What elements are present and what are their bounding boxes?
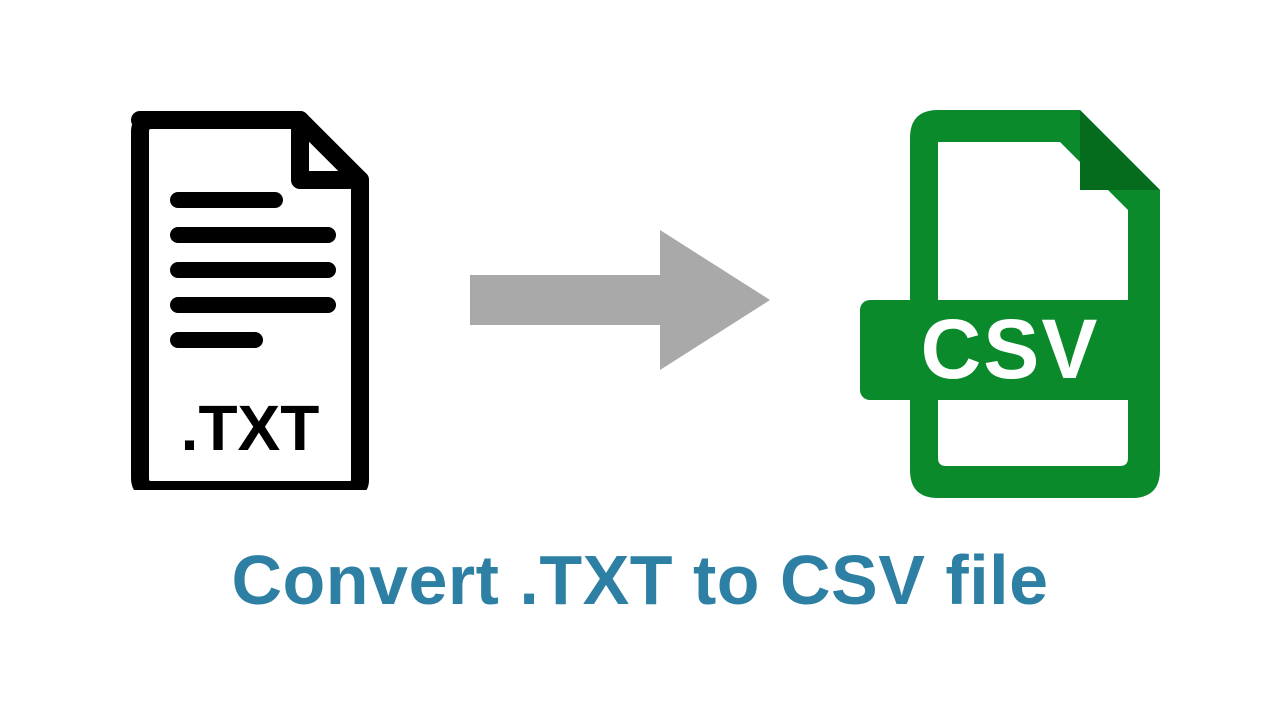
csv-label: CSV <box>921 302 1100 396</box>
caption-text: Convert .TXT to CSV file <box>231 540 1048 620</box>
txt-file-icon: .TXT <box>100 110 400 490</box>
diagram-row: .TXT CSV <box>100 100 1180 500</box>
txt-label: .TXT <box>181 392 320 464</box>
arrow-icon <box>460 250 780 350</box>
csv-file-icon: CSV <box>840 100 1180 500</box>
